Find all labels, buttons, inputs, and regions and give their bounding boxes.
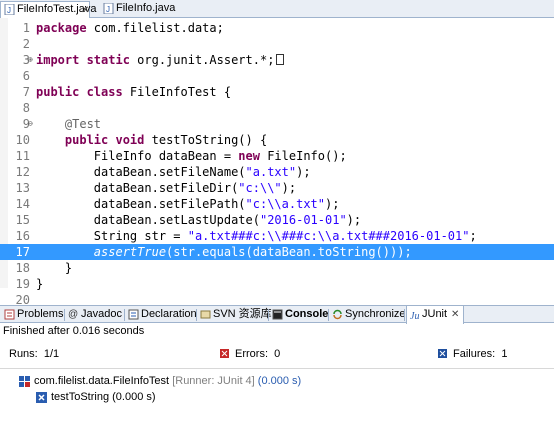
junit-test-icon — [36, 392, 47, 403]
failure-icon — [438, 349, 447, 358]
code-line: 9 ⊖ @Test — [22, 116, 102, 132]
code-line: 16 String str = "a.txt###c:\\###c:\\a.tx… — [15, 229, 477, 243]
java-file-icon: J — [103, 3, 114, 14]
code-line: 13 dataBean.setFileDir("c:\\"); — [15, 181, 297, 195]
at-icon: @ — [68, 309, 79, 320]
progress-bar — [0, 368, 554, 369]
junit-icon: Ju — [410, 311, 419, 320]
code-editor[interactable]: 1 package com.filelist.data; 2 3 ⊕ import s… — [0, 18, 554, 307]
tab-svn-repository[interactable]: SVN 资源库 — [198, 306, 272, 323]
editor-tab-bar: J FileInfoTest.java ✕ J FileInfo.java — [0, 0, 554, 18]
declaration-icon — [128, 309, 139, 320]
problems-icon — [4, 309, 15, 320]
tab-declaration[interactable]: Declaration — [126, 306, 197, 323]
runs-counter: Runs: 1/1 — [9, 348, 60, 360]
tab-junit[interactable]: Ju JUnit ✕ — [406, 306, 464, 324]
code-line: 10 public void testToString() { — [15, 133, 268, 147]
tab-fileinfo[interactable]: J FileInfo.java — [100, 1, 180, 18]
junit-status: Finished after 0.016 seconds — [3, 325, 145, 337]
tab-fileinfotest[interactable]: J FileInfoTest.java ✕ — [0, 1, 96, 18]
svn-icon — [200, 310, 211, 319]
code-line: 11 FileInfo dataBean = new FileInfo(); — [15, 149, 347, 163]
code-line: 8 — [22, 101, 30, 115]
code-line: 12 dataBean.setFileName("a.txt"); — [15, 165, 311, 179]
code-line: 7 public class FileInfoTest { — [22, 85, 232, 99]
close-icon[interactable]: ✕ — [451, 306, 459, 323]
folded-block-icon — [276, 54, 285, 65]
junit-counters: Runs: 1/1 Errors: 0 Failures: 1 — [0, 340, 554, 370]
tab-console[interactable]: Console — [270, 306, 328, 323]
view-tab-bar: Problems @ Javadoc Declaration SVN 资源库 Co… — [0, 305, 554, 324]
svg-text:J: J — [106, 5, 110, 14]
fold-expand-icon[interactable]: ⊕ — [28, 52, 33, 68]
tab-label: FileInfo.java — [116, 2, 176, 14]
code-line: 3 ⊕ import static org.junit.Assert.*; — [0, 52, 554, 68]
code-line: 6 — [22, 69, 30, 83]
eclipse-window: { "editor_tabs": [ {"label": "FileInfoTe… — [0, 0, 554, 437]
svg-text:Ju: Ju — [410, 311, 419, 320]
svg-text:J: J — [7, 6, 11, 15]
tab-synchronize[interactable]: Synchronize — [330, 306, 406, 323]
code-line-selected: 17 assertTrue(str.equals(dataBean.toStri… — [0, 244, 554, 260]
code-line: 18 } — [15, 261, 73, 275]
code-line: 2 — [22, 37, 30, 51]
close-icon[interactable]: ✕ — [81, 3, 89, 18]
tab-javadoc[interactable]: @ Javadoc — [66, 306, 122, 323]
fold-collapse-icon[interactable]: ⊖ — [28, 116, 33, 132]
junit-suite-icon — [19, 376, 30, 387]
failures-counter: Failures: 1 — [438, 348, 507, 360]
code-line: 14 dataBean.setFilePath("c:\\a.txt"); — [15, 197, 340, 211]
code-line: 1 package com.filelist.data; — [22, 21, 224, 35]
synchronize-icon — [333, 309, 342, 320]
console-icon — [272, 309, 283, 320]
java-file-icon: J — [4, 4, 15, 15]
tab-problems[interactable]: Problems — [2, 306, 63, 323]
code-line: 15 dataBean.setLastUpdate("2016-01-01"); — [15, 213, 362, 227]
error-icon — [220, 349, 229, 358]
code-line: 19} — [15, 277, 44, 291]
errors-counter: Errors: 0 — [220, 348, 280, 360]
